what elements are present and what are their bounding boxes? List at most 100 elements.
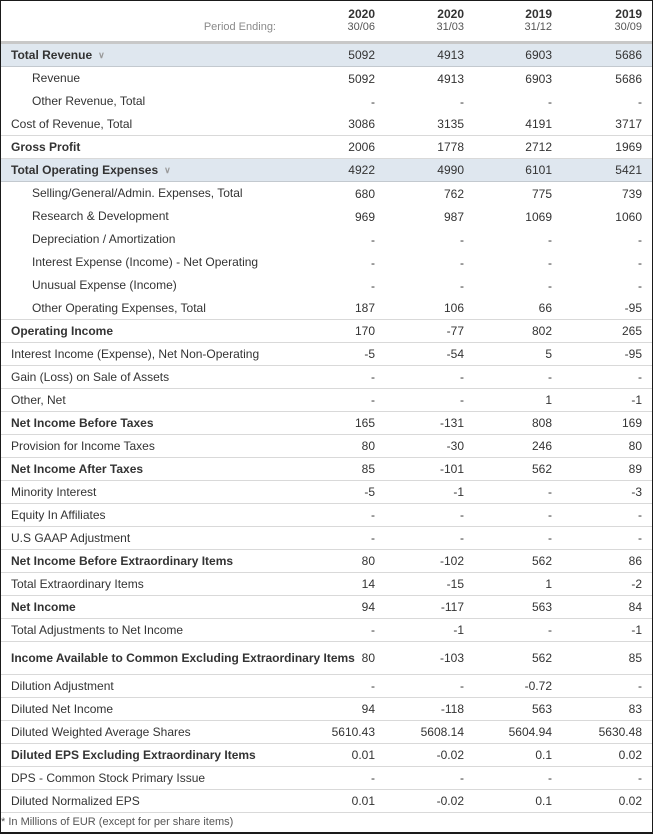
- cell-value: -: [371, 370, 375, 384]
- cell-value: -: [371, 771, 375, 785]
- table-row: Diluted Normalized EPS 0.01 -0.02 0.1 0.02: [1, 790, 652, 813]
- cell-value: 3135: [437, 117, 464, 131]
- row-label-text: Selling/General/Admin. Expenses, Total: [32, 186, 243, 200]
- row-label: Selling/General/Admin. Expenses, Total: [1, 187, 301, 200]
- cell-value: 680: [354, 186, 375, 201]
- column-date: 31/12: [524, 21, 552, 33]
- cell-value: 0.02: [618, 748, 642, 762]
- row-label: Gross Profit: [1, 140, 301, 154]
- cell-value: 89: [628, 462, 642, 476]
- row-label: Total Adjustments to Net Income: [1, 622, 301, 637]
- cell-value: 5092: [348, 48, 375, 62]
- cell-value: -: [460, 278, 464, 293]
- cell-value: -: [460, 508, 464, 522]
- cell-value: 84: [628, 600, 642, 614]
- cell-value: -: [548, 255, 552, 270]
- cell-value: 5604.94: [508, 725, 552, 739]
- table-row: Net Income Before Taxes 165 -131 808 169: [1, 412, 652, 435]
- cell-value: -: [638, 278, 642, 293]
- cell-value: -0.02: [436, 748, 464, 762]
- table-row: Net Income Before Extraordinary Items 80 -…: [1, 550, 652, 573]
- cell-value: -: [548, 531, 552, 545]
- column-date: 31/03: [436, 21, 464, 33]
- chevron-down-icon[interactable]: ∨: [164, 164, 171, 177]
- row-label-text: Other Revenue, Total: [32, 94, 146, 108]
- cell-value: 987: [443, 209, 464, 224]
- table-row: Dilution Adjustment - - -0.72 -: [1, 675, 652, 698]
- cell-value: -: [638, 508, 642, 522]
- row-label-text: Total Adjustments to Net Income: [11, 622, 184, 637]
- row-label-text: Gain (Loss) on Sale of Assets: [11, 369, 170, 384]
- column-year: 2019: [615, 7, 642, 21]
- cell-value: -102: [439, 554, 464, 568]
- cell-value: -: [371, 679, 375, 693]
- row-label: Income Available to Common Excluding Ext…: [1, 651, 355, 665]
- cell-value: -5: [364, 485, 375, 499]
- cell-value: 66: [538, 301, 552, 315]
- row-label: Total Extraordinary Items: [1, 577, 301, 591]
- cell-value: 4191: [525, 117, 552, 131]
- table-row: Gross Profit 2006 1778 2712 1969: [1, 136, 652, 159]
- table-row: Net Income After Taxes 85 -101 562 89: [1, 458, 652, 481]
- cell-value: 762: [443, 186, 464, 201]
- cell-value: -30: [446, 439, 464, 453]
- cell-value: -15: [446, 577, 464, 591]
- table-row: Other, Net - -1 -1: [1, 389, 652, 412]
- cell-value: -: [548, 278, 552, 293]
- table-row: Net Income 94 -117 563 84: [1, 596, 652, 619]
- cell-value: 5608.14: [420, 725, 464, 739]
- cell-value: -: [548, 370, 552, 384]
- cell-value: 5421: [615, 163, 642, 177]
- table-row: Research & Development 969 987 1069 1060: [1, 205, 652, 228]
- chevron-down-icon[interactable]: ∨: [98, 49, 105, 62]
- row-label-text: Cost of Revenue, Total: [11, 116, 133, 131]
- cell-value: -: [371, 623, 375, 637]
- table-row: Diluted EPS Excluding Extraordinary Item…: [1, 744, 652, 767]
- row-label-text: Equity In Affiliates: [11, 507, 106, 522]
- cell-value: -: [548, 94, 552, 109]
- row-label-text: Diluted Net Income: [11, 701, 114, 716]
- table-row-group[interactable]: Total Revenue ∨ 5092 4913 6903 5686: [1, 44, 652, 67]
- cell-value: 86: [628, 554, 642, 568]
- cell-value: -: [460, 255, 464, 270]
- table-row: Depreciation / Amortization - - - -: [1, 228, 652, 251]
- row-label: Other Operating Expenses, Total: [1, 301, 301, 315]
- cell-value: -: [371, 94, 375, 109]
- cell-value: 562: [531, 554, 552, 568]
- cell-value: 6903: [525, 71, 552, 86]
- cell-value: -: [638, 771, 642, 785]
- row-label-text: Net Income Before Taxes: [11, 415, 154, 430]
- cell-value: 94: [361, 702, 375, 716]
- row-label-text: Net Income: [11, 599, 76, 614]
- table-row: Equity In Affiliates - - - -: [1, 504, 652, 527]
- table-row: U.S GAAP Adjustment - - - -: [1, 527, 652, 550]
- cell-value: -: [548, 485, 552, 499]
- row-label-text: Other, Net: [11, 392, 66, 407]
- table-header: Period Ending: 2020 30/06 2020 31/03 201…: [1, 1, 652, 44]
- cell-value: 3717: [615, 117, 642, 131]
- row-label: Dilution Adjustment: [1, 679, 301, 693]
- cell-value: 1778: [437, 140, 464, 154]
- row-label-text: Research & Development: [32, 209, 169, 223]
- column-header: 2019 30/09: [552, 8, 642, 34]
- income-statement-table: Period Ending: 2020 30/06 2020 31/03 201…: [0, 0, 653, 834]
- cell-value: 80: [361, 651, 375, 665]
- table-row-group[interactable]: Total Operating Expenses ∨ 4922 4990 6101 542…: [1, 159, 652, 182]
- cell-value: 3086: [348, 117, 375, 131]
- row-label: Total Operating Expenses ∨: [1, 163, 301, 177]
- cell-value: -: [638, 94, 642, 109]
- cell-value: -117: [440, 600, 464, 614]
- row-label: Operating Income: [1, 324, 301, 338]
- row-label: Gain (Loss) on Sale of Assets: [1, 369, 301, 384]
- cell-value: 0.01: [351, 748, 375, 762]
- cell-value: -3: [631, 485, 642, 499]
- row-label: Diluted Weighted Average Shares: [1, 725, 301, 739]
- row-label-text: Minority Interest: [11, 484, 97, 499]
- cell-value: -101: [439, 462, 464, 476]
- column-date: 30/09: [614, 21, 642, 33]
- cell-value: 170: [354, 324, 375, 338]
- cell-value: -: [371, 232, 375, 247]
- row-label-text: Interest Income (Expense), Net Non-Opera…: [11, 346, 260, 361]
- cell-value: 80: [361, 439, 375, 453]
- footnote: * In Millions of EUR (except for per sha…: [1, 816, 234, 828]
